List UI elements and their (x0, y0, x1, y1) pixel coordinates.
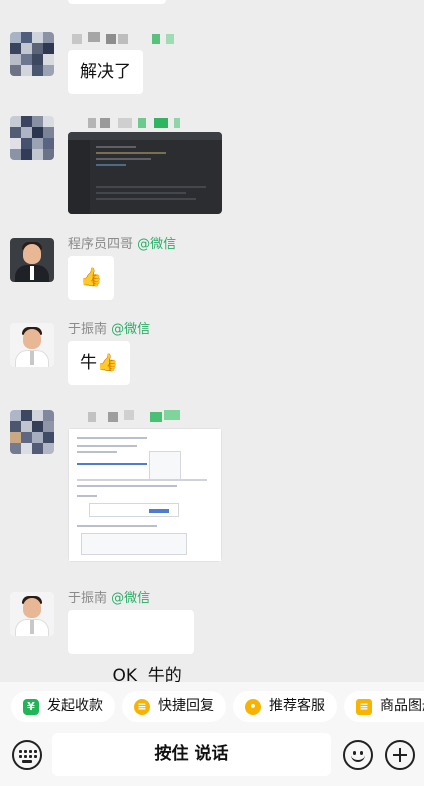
avatar[interactable] (10, 323, 54, 367)
more-plus-button[interactable] (385, 740, 415, 770)
image-message[interactable] (68, 132, 222, 214)
chip-label: 推荐客服 (269, 698, 325, 714)
emoji-button[interactable] (343, 740, 373, 770)
hold-to-talk-button[interactable]: 按住 说话 (52, 733, 331, 776)
quick-reply-chip-quick-reply[interactable]: ≡ 快捷回复 (122, 691, 226, 722)
sender-name-text: 于振南 (68, 591, 108, 606)
message-bubble-partial[interactable] (68, 0, 166, 4)
sender-name: 于振南 @微信 (68, 321, 150, 339)
wechat-tag: @微信 (111, 322, 151, 337)
chat-area[interactable]: 解决了 程序员四哥 @微信 👍 于振南 @微信 牛👍 于振南 @微信 OK 牛的 (0, 0, 424, 682)
quick-reply-chip-collect-payment[interactable]: ¥ 发起收款 (11, 691, 115, 722)
sender-name: 于振南 @微信 (68, 590, 150, 608)
sender-name-text: 于振南 (68, 322, 108, 337)
message-bubble[interactable]: 👍 (68, 256, 115, 300)
quick-reply-chip-catalog[interactable]: ≡ 商品图册 (344, 691, 424, 722)
wechat-tag: @微信 (111, 591, 151, 606)
message-text: 牛👍 (80, 353, 119, 373)
message-bubble[interactable]: 牛👍 (68, 341, 131, 385)
avatar[interactable] (10, 592, 54, 636)
message-text: OK 牛的 (112, 666, 182, 682)
sender-name-blurred (68, 408, 198, 426)
message-item: 于振南 @微信 OK 牛的 (10, 590, 410, 682)
avatar[interactable] (10, 238, 54, 282)
chip-label: 商品图册 (380, 698, 424, 714)
message-bubble[interactable]: 解决了 (68, 50, 143, 94)
thumbs-up-emoji: 👍 (80, 267, 103, 288)
customer-service-icon: • (245, 699, 261, 715)
input-bar: 按住 说话 (0, 730, 424, 786)
keyboard-toggle-button[interactable] (12, 740, 42, 770)
message-bubble[interactable]: OK 牛的 (68, 610, 194, 682)
quick-reply-chip-recommend-service[interactable]: • 推荐客服 (233, 691, 337, 722)
quick-reply-bar[interactable]: ¥ 发起收款 ≡ 快捷回复 • 推荐客服 ≡ 商品图册 (0, 682, 424, 730)
message-item: 程序员四哥 @微信 👍 (10, 236, 410, 302)
message-item (10, 410, 410, 570)
chip-label: 快捷回复 (158, 698, 214, 714)
avatar[interactable] (10, 116, 54, 160)
image-message[interactable] (68, 428, 222, 562)
avatar[interactable] (10, 32, 54, 76)
message-item: 于振南 @微信 牛👍 (10, 321, 410, 387)
wechat-tag: @微信 (137, 237, 177, 252)
message-text: 解决了 (80, 62, 131, 82)
sender-name-text: 程序员四哥 (68, 237, 134, 252)
yen-icon: ¥ (23, 699, 39, 715)
chip-label: 发起收款 (47, 698, 103, 714)
message-item: 解决了 (10, 30, 410, 94)
message-item (10, 116, 410, 216)
avatar[interactable] (10, 410, 54, 454)
catalog-icon: ≡ (356, 699, 372, 715)
sender-name-blurred (68, 30, 188, 48)
quick-reply-icon: ≡ (134, 699, 150, 715)
sender-name: 程序员四哥 @微信 (68, 236, 176, 254)
sender-name-blurred (68, 114, 198, 132)
